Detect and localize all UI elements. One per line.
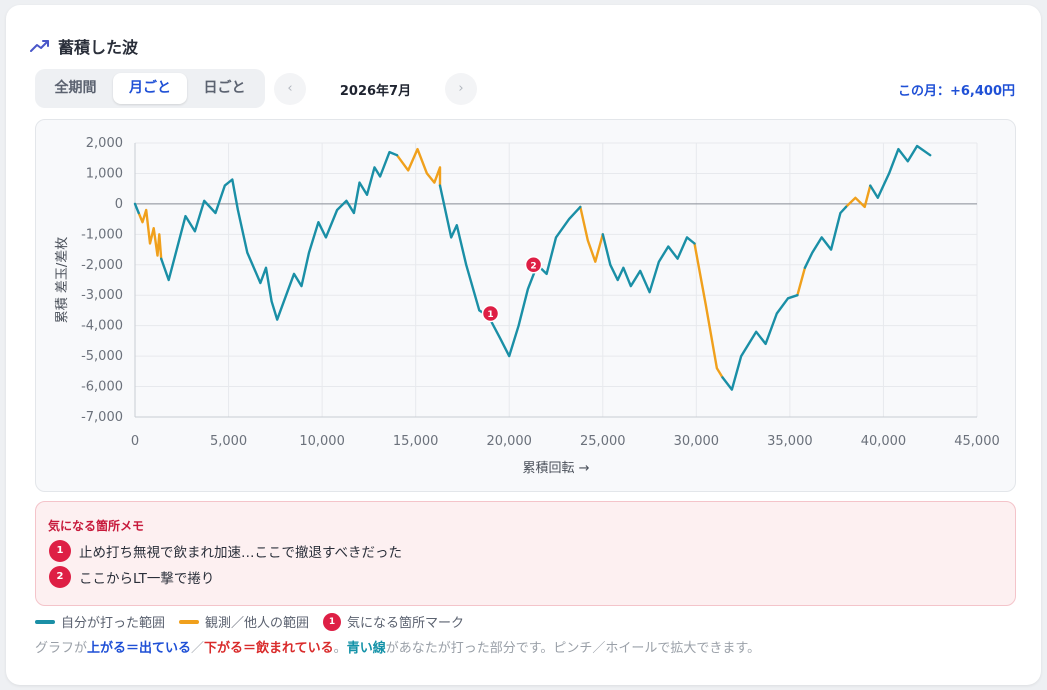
x-tick-label: 10,000 — [299, 434, 345, 449]
chart-hint: グラフが上がる＝出ている／下がる＝飲まれている。青い線があなたが打った部分です。… — [35, 637, 760, 656]
next-month-button[interactable]: › — [445, 73, 477, 105]
y-tick-label: -3,000 — [81, 288, 123, 303]
trending-up-icon — [30, 40, 49, 52]
x-tick-label: 35,000 — [767, 434, 813, 449]
marker-label-2: 2 — [530, 261, 536, 271]
hint-part: グラフが — [35, 641, 88, 656]
y-tick-label: -6,000 — [81, 380, 123, 395]
legend-observed-label: 観測／他人の範囲 — [205, 616, 310, 631]
y-tick-label: -2,000 — [81, 258, 123, 273]
memo-title: 気になる箇所メモ — [48, 519, 145, 533]
card-title: 蓄積した波 — [58, 38, 139, 57]
card-header: 蓄積した波 — [30, 34, 138, 58]
memo-text-1: 止め打ち無視で飲まれ加速…ここで撤退すべきだった — [79, 545, 403, 561]
prev-month-button[interactable]: ‹ — [274, 73, 306, 105]
legend-self: 自分が打った範囲 — [35, 612, 165, 631]
y-tick-label: 1,000 — [86, 166, 123, 181]
x-axis-title: 累積回転 → — [522, 461, 589, 476]
chart-panel[interactable]: 0 5,000 10,000 15,000 20,000 25,000 30,000 35,0… — [35, 119, 1016, 492]
y-tick-label: -5,000 — [81, 349, 123, 364]
hint-down: 下がる＝飲まれている — [204, 641, 334, 656]
chart-legend: 自分が打った範囲 観測／他人の範囲 1 気になる箇所マーク — [35, 612, 478, 631]
hint-part: ／ — [191, 641, 205, 656]
y-tick-label: -7,000 — [81, 410, 123, 425]
legend-marker-badge: 1 — [323, 612, 342, 631]
legend-self-label: 自分が打った範囲 — [61, 616, 166, 631]
x-tick-label: 15,000 — [393, 434, 439, 449]
current-month-label: 2026年7月 — [339, 84, 412, 99]
x-tick-label: 45,000 — [954, 434, 1000, 449]
tab-all-period[interactable]: 全期間 — [39, 73, 112, 104]
hint-part: があなたが打った部分です。ピンチ／ホイールで拡大できます。 — [385, 641, 761, 656]
x-tick-label: 20,000 — [486, 434, 532, 449]
y-tick-label: 0 — [115, 197, 123, 212]
x-tick-label: 30,000 — [674, 434, 720, 449]
hint-up: 上がる＝出ている — [87, 641, 192, 656]
x-tick-label: 40,000 — [861, 434, 907, 449]
cumulative-wave-chart[interactable]: 0 5,000 10,000 15,000 20,000 25,000 30,000 35,0… — [36, 120, 1015, 491]
legend-marker-label: 気になる箇所マーク — [347, 616, 465, 631]
y-tick-label: -4,000 — [81, 319, 123, 334]
legend-observed-swatch — [179, 619, 200, 624]
legend-observed: 観測／他人の範囲 — [179, 612, 309, 631]
legend-self-swatch — [35, 619, 55, 624]
y-axis-title: 累積 差玉/差枚 — [55, 237, 70, 324]
memo-badge-1: 1 — [49, 540, 71, 562]
y-tick-label: 2,000 — [86, 136, 123, 151]
period-tabs: 全期間 月ごと 日ごと — [35, 69, 265, 108]
hint-part: 。 — [333, 641, 347, 656]
tab-daily[interactable]: 日ごと — [188, 73, 261, 104]
memo-text-2: ここからLT一撃で捲り — [79, 571, 215, 587]
marker-label-1: 1 — [487, 310, 493, 320]
y-tick-label: -1,000 — [81, 227, 123, 242]
legend-marker: 1 気になる箇所マーク — [323, 612, 464, 631]
hint-blue-line: 青い線 — [346, 641, 386, 656]
tab-monthly[interactable]: 月ごと — [113, 73, 187, 104]
month-summary: この月：+6,400円 — [897, 84, 1015, 99]
x-tick-label: 0 — [131, 434, 139, 449]
memo-item-1: 1 止め打ち無視で飲まれ加速…ここで撤退すべきだった — [49, 540, 402, 562]
memo-badge-2: 2 — [49, 566, 71, 588]
x-tick-label: 25,000 — [580, 434, 626, 449]
memo-panel: 気になる箇所メモ 1 止め打ち無視で飲まれ加速…ここで撤退すべきだった 2 ここ… — [35, 501, 1016, 606]
memo-item-2: 2 ここからLT一撃で捲り — [49, 566, 214, 588]
x-tick-label: 5,000 — [210, 434, 247, 449]
